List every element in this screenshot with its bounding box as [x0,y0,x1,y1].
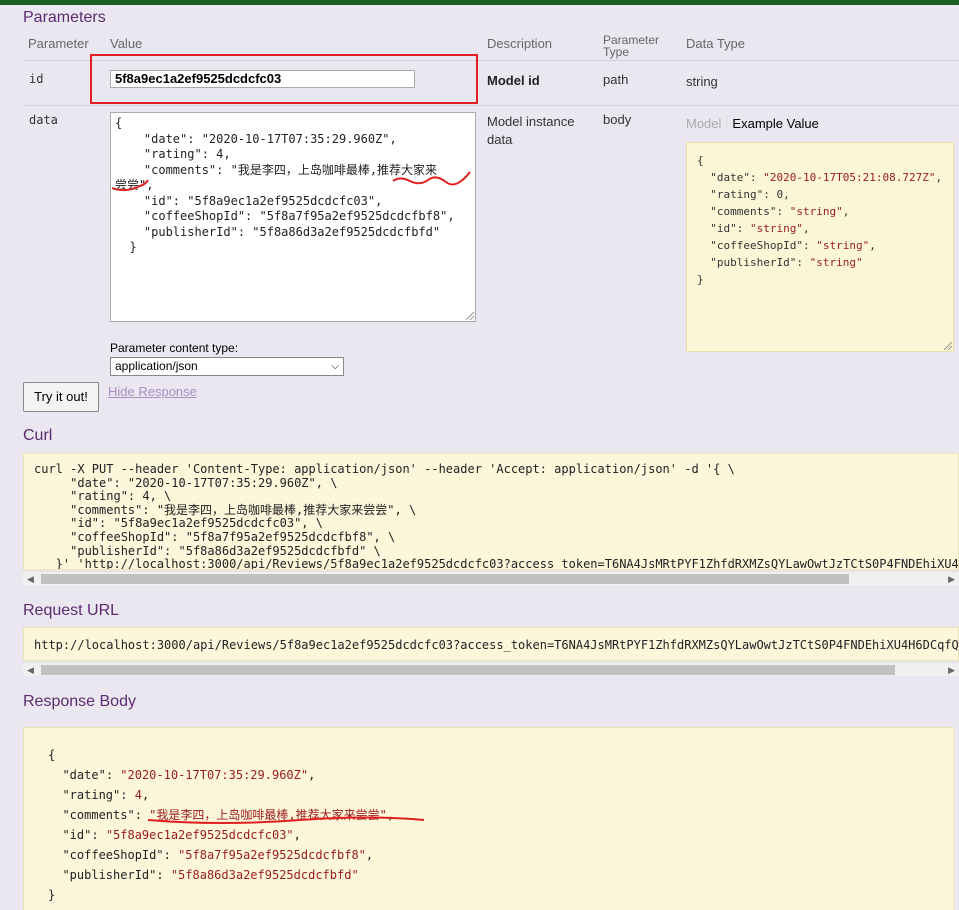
example-line: "rating": 0, [710,188,790,201]
curl-heading: Curl [23,427,53,444]
example-line: "comments": "string", [710,205,850,218]
curl-line: "comments": "我是李四，上岛咖啡最棒,推荐大家来尝尝", \ [34,502,417,517]
curl-line: curl -X PUT --header 'Content-Type: appl… [34,462,735,476]
red-highlight-box [90,54,478,104]
request-url-heading: Request URL [23,602,120,619]
content-type-selected: application/json [115,359,198,373]
content-type-label: Parameter content type: [110,341,239,355]
try-it-out-button[interactable]: Try it out! [23,382,99,412]
tab-model[interactable]: Model [686,116,728,131]
scroll-left-icon[interactable]: ◀ [27,663,34,677]
response-line: "rating": 4, [62,788,150,802]
header-parameter-type-line2: Type [603,45,630,59]
content-type-select[interactable]: application/json ⌵ [110,357,344,376]
resize-handle-icon[interactable] [944,342,952,350]
curl-line: "coffeeShopId": "5f8a7f95a2ef9525dcdcfbf… [34,529,396,544]
header-data-type: Data Type [686,36,746,51]
response-line: "comments": "我是李四，上岛咖啡最棒,推荐大家来尝尝", [62,808,395,822]
header-parameter-type: Parameter Type [603,34,659,58]
body-line: } [115,240,137,254]
response-open-brace: { [48,748,56,762]
scroll-right-icon[interactable]: ▶ [948,663,955,677]
response-close-brace: } [48,888,56,902]
param-data-description-line1: Model instance [487,114,575,129]
response-line: "date": "2020-10-17T07:35:29.960Z", [62,768,316,782]
example-line: "publisherId": "string" [710,256,863,269]
param-data-type: body [603,112,632,127]
hide-response-link[interactable]: Hide Response [108,384,197,399]
scroll-left-icon[interactable]: ◀ [27,572,34,586]
body-line: "id": "5f8a9ec1a2ef9525dcdcfc03", [115,193,383,208]
body-line: "coffeeShopId": "5f8a7f95a2ef9525dcdcfbf… [115,209,455,223]
body-line: "comments": "我是李四，上岛咖啡最棒,推荐大家来 [115,162,438,177]
example-line: "id": "string", [710,222,810,235]
request-url-horizontal-scrollbar[interactable]: ◀ ▶ [23,662,959,676]
curl-horizontal-scrollbar[interactable]: ◀ ▶ [23,571,959,585]
curl-line: "date": "2020-10-17T07:35:29.960Z", \ [34,475,338,490]
header-value: Value [110,36,143,51]
curl-line: "rating": 4, \ [34,489,172,504]
body-line: 尝尝", [115,178,154,192]
resize-handle-icon[interactable] [466,312,474,320]
response-line: "publisherId": "5f8a86d3a2ef9525dcdcfbfd… [62,868,359,882]
request-url-box[interactable]: http://localhost:3000/api/Reviews/5f8a9e… [23,627,959,661]
body-line: "date": "2020-10-17T07:35:29.960Z", [115,131,397,146]
param-data-name: data [29,113,58,127]
scrollbar-thumb[interactable] [41,574,849,584]
param-id-type: path [603,72,629,87]
example-line: "date": "2020-10-17T05:21:08.727Z", [710,171,943,184]
param-id-name: id [29,72,44,86]
response-line: "coffeeShopId": "5f8a7f95a2ef9525dcdcfbf… [62,848,374,862]
top-bar [0,0,959,5]
example-line: "coffeeShopId": "string", [710,239,876,252]
curl-line: }' 'http://localhost:3000/api/Reviews/5f… [34,557,959,570]
param-data-description: Model instance data [487,113,574,149]
data-body-textarea[interactable]: { "date": "2020-10-17T07:35:29.960Z", "r… [110,112,476,322]
response-line: "id": "5f8a9ec1a2ef9525dcdcfc03", [62,828,301,842]
curl-line: "publisherId": "5f8a86d3a2ef9525dcdcfbfd… [34,543,381,558]
example-value-box[interactable]: { "date": "2020-10-17T05:21:08.727Z", "r… [686,142,954,352]
model-tabs: Model Example Value [686,116,819,131]
row-divider [23,105,959,106]
param-data-description-line2: data [487,132,513,147]
body-line: "publisherId": "5f8a86d3a2ef9525dcdcfbfd… [115,224,441,239]
body-line: "rating": 4, [115,147,231,161]
parameters-heading: Parameters [23,9,106,26]
response-body-box[interactable]: { "date": "2020-10-17T07:35:29.960Z", "r… [23,727,954,910]
example-open-brace: { [697,154,704,167]
request-url-value: http://localhost:3000/api/Reviews/5f8a9e… [34,638,959,652]
curl-line: "id": "5f8a9ec1a2ef9525dcdcfc03", \ [34,516,323,531]
curl-code-box[interactable]: curl -X PUT --header 'Content-Type: appl… [23,453,959,570]
header-description: Description [487,36,553,51]
chevron-down-icon: ⌵ [331,361,339,372]
header-parameter: Parameter [28,36,89,51]
scrollbar-thumb[interactable] [41,665,895,675]
tab-example-value[interactable]: Example Value [727,116,818,131]
scroll-right-icon[interactable]: ▶ [948,572,955,586]
param-id-description: Model id [487,73,540,88]
body-line: { [115,116,123,130]
response-body-heading: Response Body [23,693,136,710]
example-close-brace: } [697,273,704,286]
param-id-data-type: string [686,74,718,89]
